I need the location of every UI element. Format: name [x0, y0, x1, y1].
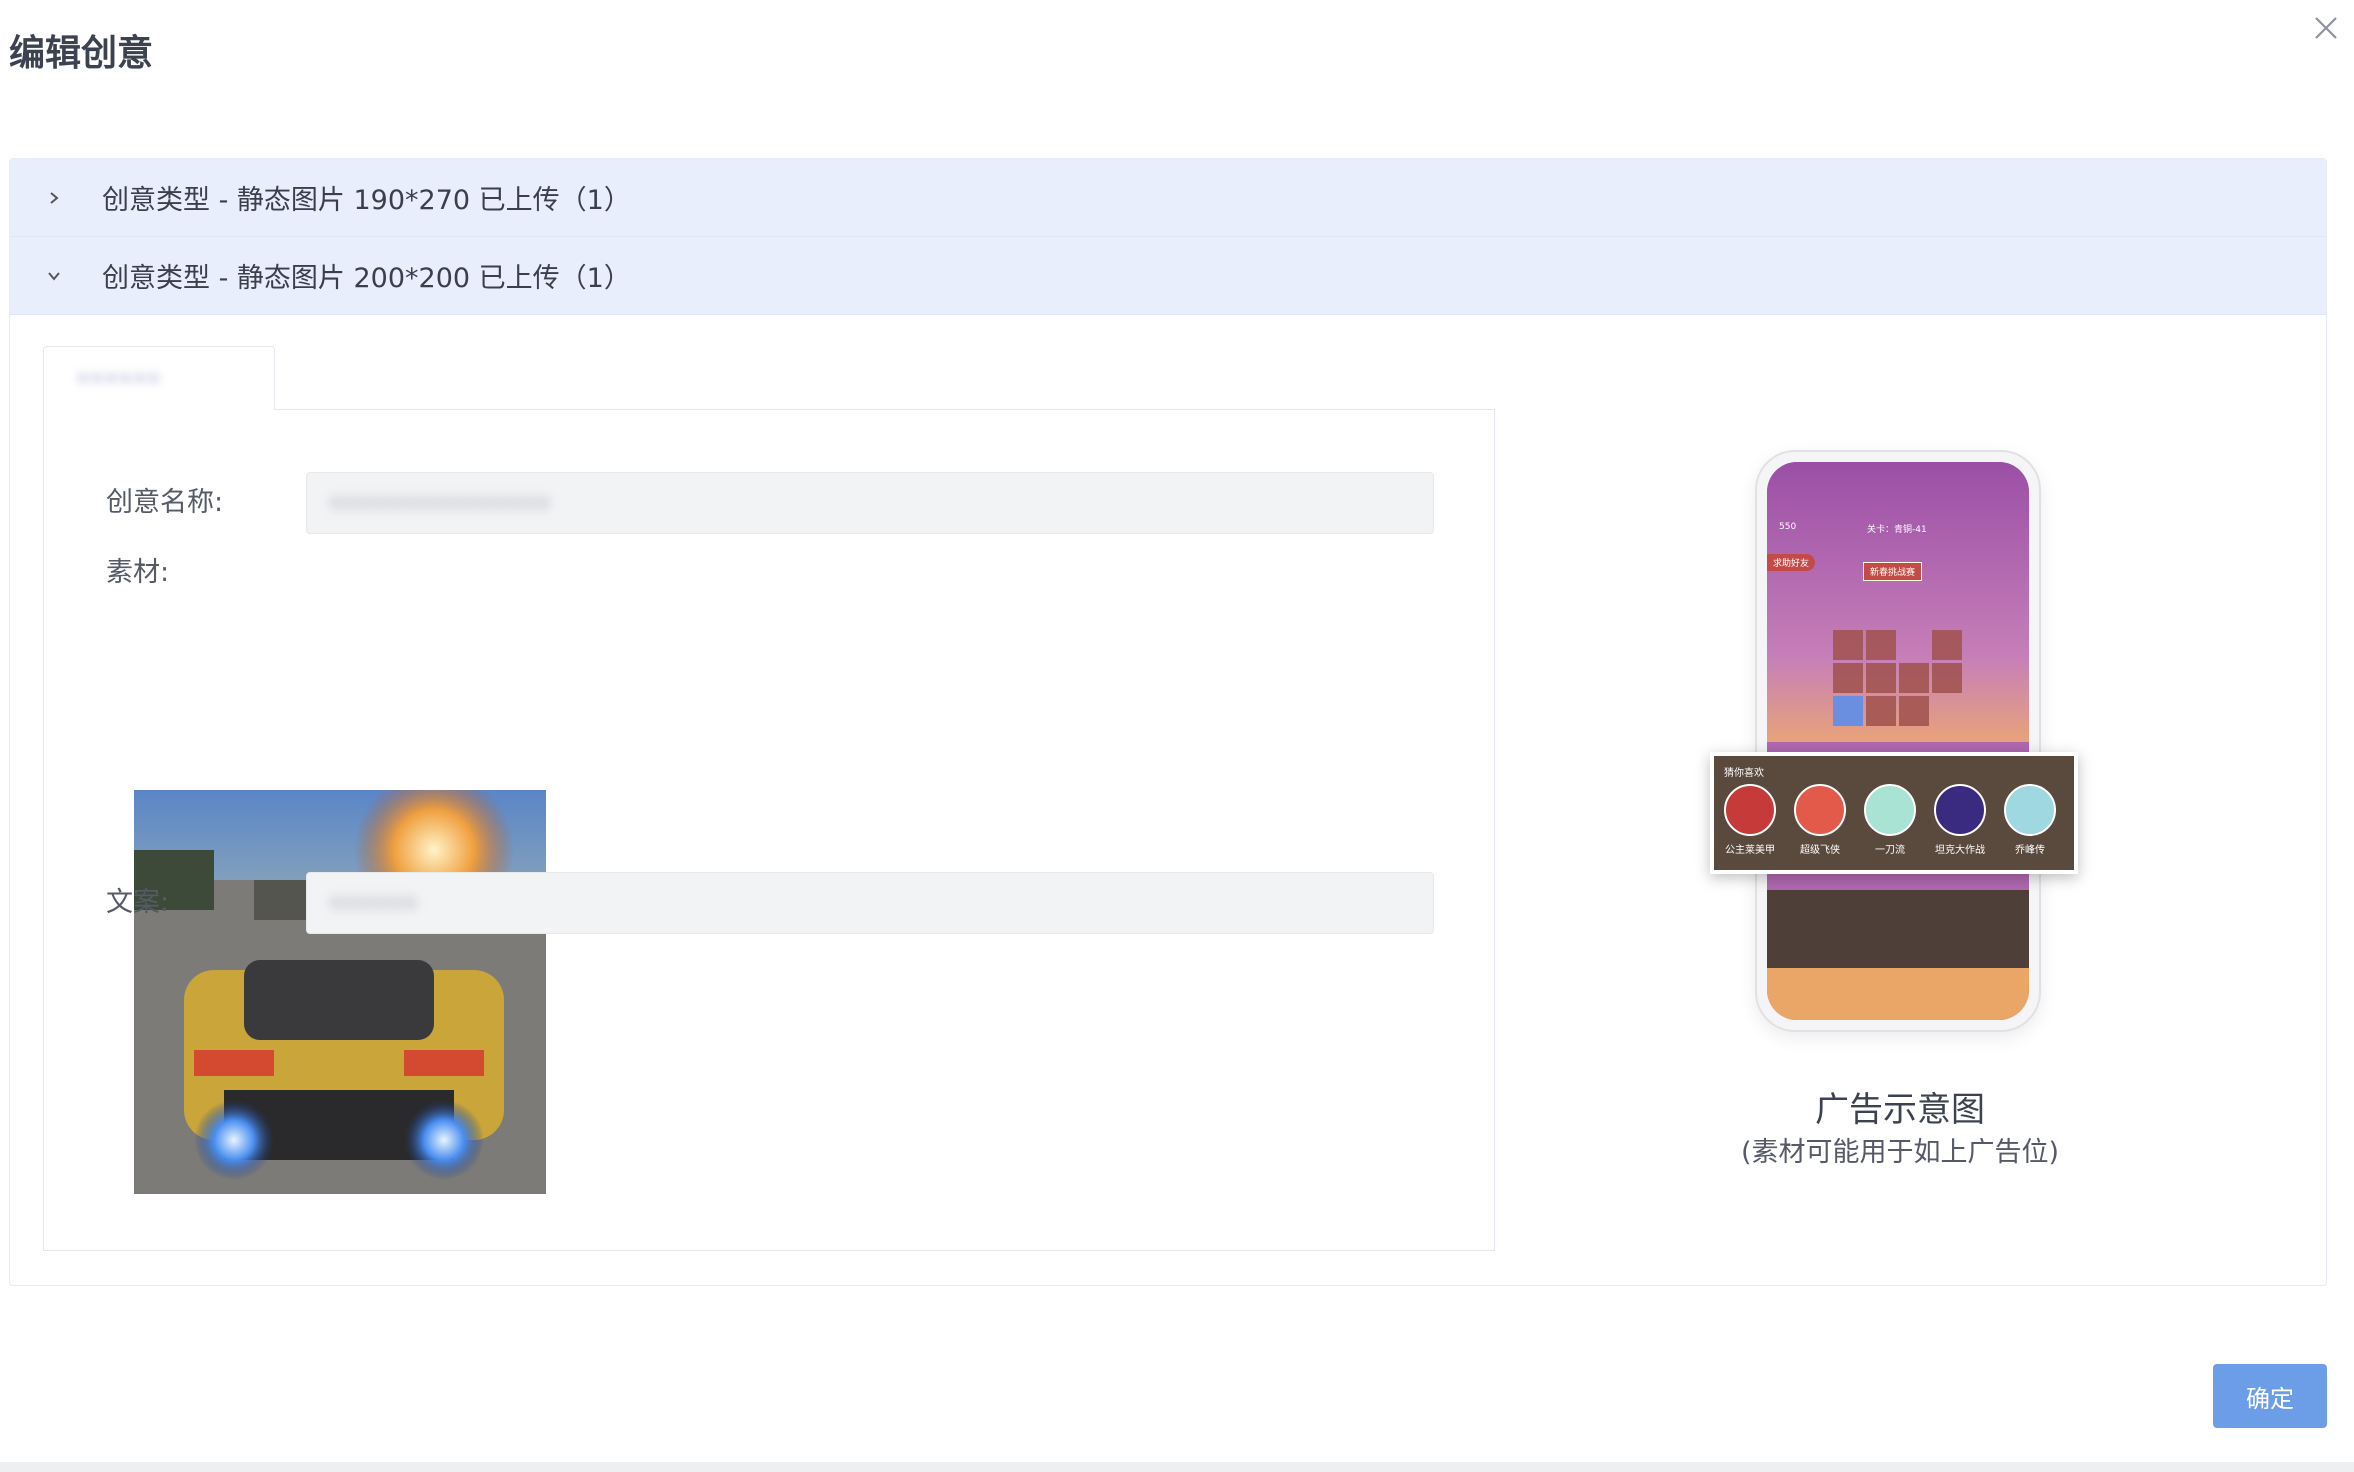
chevron-down-icon — [42, 264, 66, 288]
phone-mockup: 550 关卡：青铜-41 求助好友 新春挑战赛 — [1755, 450, 2041, 1032]
collapse-header-label: 创意类型 - 静态图片 190*270 已上传（1） — [102, 185, 631, 216]
puzzle-grid — [1833, 630, 1962, 726]
game-item: 公主莱美甲 — [1720, 784, 1780, 856]
name-input-value: ••••••••••••••• — [329, 489, 551, 518]
name-input[interactable]: ••••••••••••••• — [306, 472, 1434, 534]
game-item: 一刀流 — [1860, 784, 1920, 856]
racing-car-thumbnail — [134, 790, 546, 1194]
bottom-recommend-bar — [1767, 890, 2029, 968]
help-friend-button: 求助好友 — [1767, 554, 1816, 571]
game-name: 超级飞侠 — [1800, 845, 1840, 856]
preview-caption: 广告示意图 — [1815, 1090, 1985, 1130]
game-name: 乔峰传 — [2015, 845, 2045, 856]
close-icon — [2315, 17, 2337, 39]
close-button[interactable] — [2310, 12, 2342, 44]
recommend-popup: 猜你喜欢 公主莱美甲 超级飞侠 一刀流 坦克大作战 乔峰传 — [1710, 752, 2078, 874]
chevron-right-icon — [42, 186, 66, 210]
phone-footer — [1767, 968, 2029, 1020]
copy-input[interactable]: •••••• — [306, 872, 1434, 934]
preview-subcaption: (素材可能用于如上广告位) — [1740, 1137, 2060, 1168]
game-item: 乔峰传 — [2000, 784, 2060, 856]
phone-screen: 550 关卡：青铜-41 求助好友 新春挑战赛 — [1767, 462, 2029, 1020]
game-icon — [1794, 784, 1846, 836]
material-label: 素材: — [106, 557, 170, 588]
copy-input-value: •••••• — [329, 889, 418, 918]
ad-preview: 550 关卡：青铜-41 求助好友 新春挑战赛 猜你喜欢 公主莱美甲 超级飞侠 … — [1700, 450, 2100, 1170]
collapse-header-label: 创意类型 - 静态图片 200*200 已上传（1） — [102, 263, 631, 294]
tab-label: •••••• — [76, 365, 161, 393]
popup-title: 猜你喜欢 — [1724, 768, 1764, 779]
collapse-header-200x200[interactable]: 创意类型 - 静态图片 200*200 已上传（1） — [10, 237, 2326, 315]
game-icon — [1724, 784, 1776, 836]
game-name: 公主莱美甲 — [1725, 845, 1775, 856]
game-name: 一刀流 — [1875, 845, 1905, 856]
name-label: 创意名称: — [106, 487, 224, 518]
game-icon — [1934, 784, 1986, 836]
game-name: 坦克大作战 — [1935, 845, 1985, 856]
coin-counter: 550 — [1779, 522, 1797, 532]
game-item: 超级飞侠 — [1790, 784, 1850, 856]
material-image[interactable] — [134, 790, 546, 1194]
confirm-button[interactable]: 确定 — [2213, 1364, 2327, 1428]
copy-label: 文案: — [106, 887, 170, 918]
dialog-title: 编辑创意 — [9, 33, 154, 74]
game-item: 坦克大作战 — [1930, 784, 1990, 856]
bottom-divider — [0, 1462, 2354, 1472]
game-icon — [2004, 784, 2056, 836]
creative-form-panel: 创意名称: ••••••••••••••• 素材: 文案: •••••• — [43, 409, 1495, 1251]
collapse-header-190x270[interactable]: 创意类型 - 静态图片 190*270 已上传（1） — [10, 159, 2326, 237]
tab-creative[interactable]: •••••• — [43, 346, 275, 410]
event-badge: 新春挑战赛 — [1863, 562, 1923, 581]
level-label: 关卡：青铜-41 — [1867, 525, 1927, 535]
game-icon — [1864, 784, 1916, 836]
